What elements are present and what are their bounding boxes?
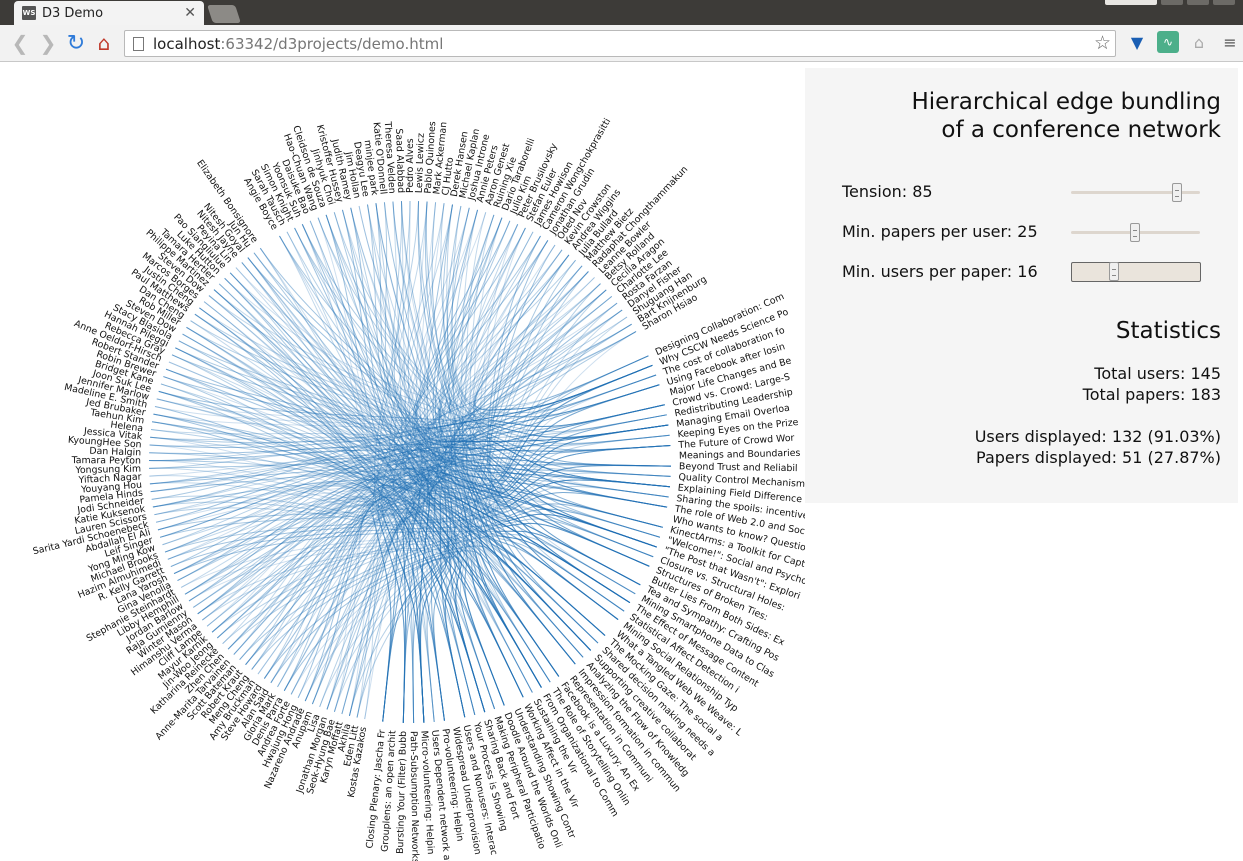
panel-title-line1: Hierarchical edge bundling <box>911 89 1221 115</box>
panel-title: Hierarchical edge bundling of a conferen… <box>911 88 1221 144</box>
paper-node-label[interactable]: Meanings and Boundaries <box>679 448 801 462</box>
edge-link <box>471 323 632 620</box>
min-users-slider-thumb[interactable] <box>1109 262 1119 281</box>
paper-node-label[interactable]: Path-Subsumption Networks <box>408 731 421 861</box>
papers-displayed-stat: Papers displayed: 51 (27.87%) <box>976 448 1221 467</box>
edges-group <box>149 200 671 723</box>
users-displayed-stat: Users displayed: 132 (91.03%) <box>974 427 1221 446</box>
tension-slider-thumb[interactable] <box>1172 183 1182 202</box>
browser-tab[interactable]: WS D3 Demo ✕ <box>14 1 204 25</box>
min-users-slider[interactable] <box>1071 262 1201 282</box>
webstorm-favicon-icon: WS <box>22 6 36 20</box>
home-extension-icon[interactable]: ⌂ <box>1188 31 1210 53</box>
control-panel: Hierarchical edge bundling of a conferen… <box>805 68 1238 503</box>
edge-bundling-svg: Designing Collaboration: ComWhy CSCW Nee… <box>32 116 805 861</box>
total-papers-stat: Total papers: 183 <box>1082 385 1221 404</box>
user-profile-button[interactable] <box>1105 0 1157 5</box>
tension-slider[interactable] <box>1071 183 1200 202</box>
min-papers-label: Min. papers per user: 25 <box>842 222 1038 241</box>
tension-label: Tension: 85 <box>842 182 933 201</box>
total-users-stat: Total users: 145 <box>1094 364 1221 383</box>
home-icon[interactable]: ⌂ <box>90 29 118 57</box>
url-host: localhost <box>153 34 221 53</box>
page-icon <box>133 36 144 51</box>
browser-toolbar: ❮ ❯ ↻ ⌂ localhost :63342/d3projects/demo… <box>0 25 1243 62</box>
edge-bundling-visualization: Designing Collaboration: Com Why CSCW Nee… <box>0 62 805 861</box>
back-arrow-icon[interactable]: ❮ <box>6 29 34 57</box>
maximize-button[interactable] <box>1187 0 1209 5</box>
tab-title: D3 Demo <box>42 5 104 21</box>
browser-tab-bar: WS D3 Demo ✕ <box>0 0 1243 25</box>
panel-title-line2: of a conference network <box>941 117 1221 143</box>
window-close-button[interactable] <box>1213 0 1235 5</box>
address-bar[interactable]: localhost :63342/d3projects/demo.html ☆ <box>124 30 1116 57</box>
close-icon[interactable]: ✕ <box>184 5 196 21</box>
new-tab-button[interactable] <box>207 5 241 23</box>
audio-extension-icon[interactable]: ∿ <box>1157 31 1179 53</box>
min-papers-slider[interactable] <box>1071 223 1200 242</box>
minimize-button[interactable] <box>1161 0 1183 5</box>
url-path: :63342/d3projects/demo.html <box>220 34 444 53</box>
window-controls <box>1105 0 1235 5</box>
forward-arrow-icon[interactable]: ❯ <box>34 29 62 57</box>
reload-icon[interactable]: ↻ <box>62 29 90 57</box>
min-users-label: Min. users per paper: 16 <box>842 262 1038 281</box>
statistics-title: Statistics <box>1115 318 1221 344</box>
min-papers-slider-thumb[interactable] <box>1130 223 1140 242</box>
menu-icon[interactable]: ≡ <box>1219 31 1241 53</box>
vpn-extension-icon[interactable]: ▼ <box>1126 31 1148 53</box>
bookmark-star-icon[interactable]: ☆ <box>1094 32 1111 54</box>
